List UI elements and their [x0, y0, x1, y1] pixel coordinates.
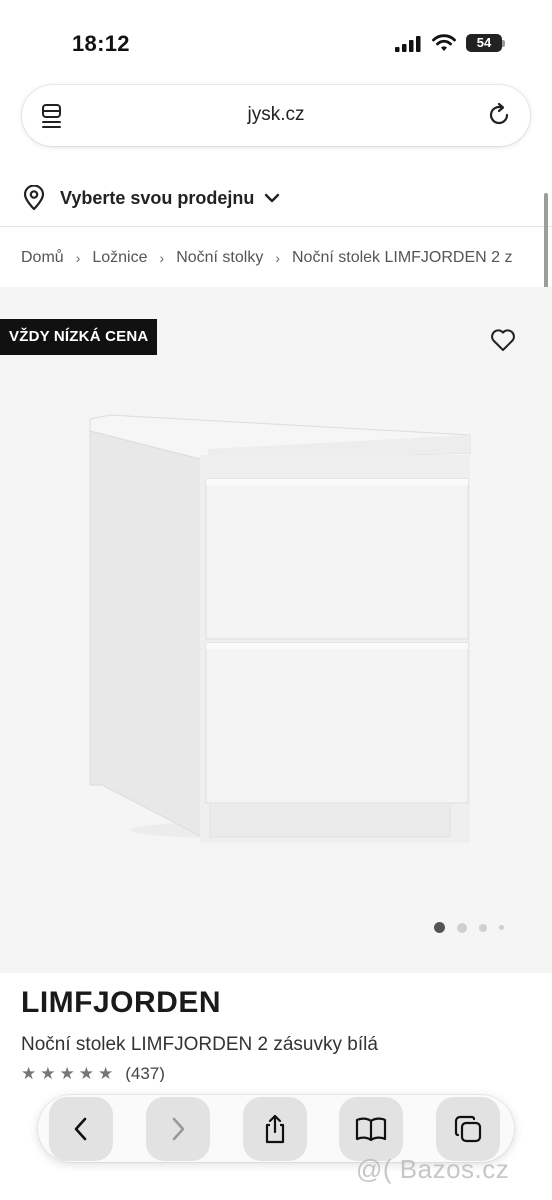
gallery-dot[interactable] [479, 923, 487, 932]
product-name: Noční stolek LIMFJORDEN 2 zásuvky bílá [21, 1034, 378, 1055]
breadcrumb-item-current: Noční stolek LIMFJORDEN 2 z [292, 249, 513, 266]
address-bar[interactable]: jysk.cz [22, 85, 530, 146]
gallery-dot[interactable] [499, 925, 504, 930]
back-icon [74, 1117, 87, 1141]
store-selector-label: Vyberte svou prodejnu [60, 187, 255, 208]
page-scrollbar[interactable] [544, 193, 548, 299]
product-image [89, 414, 471, 843]
gallery-dot-active[interactable] [434, 922, 445, 933]
back-button[interactable] [49, 1097, 113, 1161]
breadcrumb-item-home[interactable]: Domů [21, 249, 64, 267]
breadcrumb-item-nightstands[interactable]: Noční stolky [176, 249, 263, 267]
battery-tip [502, 40, 505, 47]
status-bar: 18:12 54 [0, 0, 552, 80]
rating-count: (437) [125, 1066, 165, 1082]
divider [0, 226, 552, 227]
gallery-dot[interactable] [457, 922, 467, 933]
forward-button[interactable] [146, 1097, 210, 1161]
location-pin-icon [23, 185, 45, 211]
product-gallery[interactable]: VŽDY NÍZKÁ CENA [0, 287, 552, 973]
breadcrumb-separator-icon: › [159, 250, 165, 266]
heart-icon[interactable] [490, 328, 516, 352]
browser-toolbar [38, 1095, 514, 1162]
forward-icon [172, 1117, 185, 1141]
reload-icon[interactable] [486, 102, 512, 128]
bookmarks-icon [355, 1117, 387, 1142]
price-badge: VŽDY NÍZKÁ CENA [0, 319, 158, 355]
status-time: 18:12 [72, 31, 130, 56]
breadcrumb-separator-icon: › [275, 250, 280, 266]
battery-icon: 54 [466, 34, 502, 52]
product-rating[interactable]: ★★★★★ (437) [21, 1066, 165, 1082]
breadcrumb-separator-icon: › [75, 250, 81, 266]
tabs-icon [454, 1115, 482, 1143]
share-icon [265, 1114, 285, 1144]
signal-icon [395, 36, 421, 52]
store-selector[interactable]: Vyberte svou prodejnu [22, 180, 280, 216]
product-brand: LIMFJORDEN [21, 986, 221, 1019]
breadcrumb-item-bedroom[interactable]: Ložnice [92, 249, 147, 267]
wifi-icon [432, 34, 456, 51]
breadcrumb: Domů › Ložnice › Noční stolky › Noční st… [21, 246, 552, 270]
url-text[interactable]: jysk.cz [22, 104, 530, 126]
chevron-down-icon [265, 193, 280, 203]
watermark: @( Bazos.cz [356, 1154, 510, 1184]
gallery-pagination[interactable] [434, 922, 516, 933]
rating-stars-icon: ★★★★★ [21, 1066, 118, 1082]
tabs-button[interactable] [436, 1097, 500, 1161]
bookmarks-button[interactable] [339, 1097, 403, 1161]
share-button[interactable] [243, 1097, 307, 1161]
